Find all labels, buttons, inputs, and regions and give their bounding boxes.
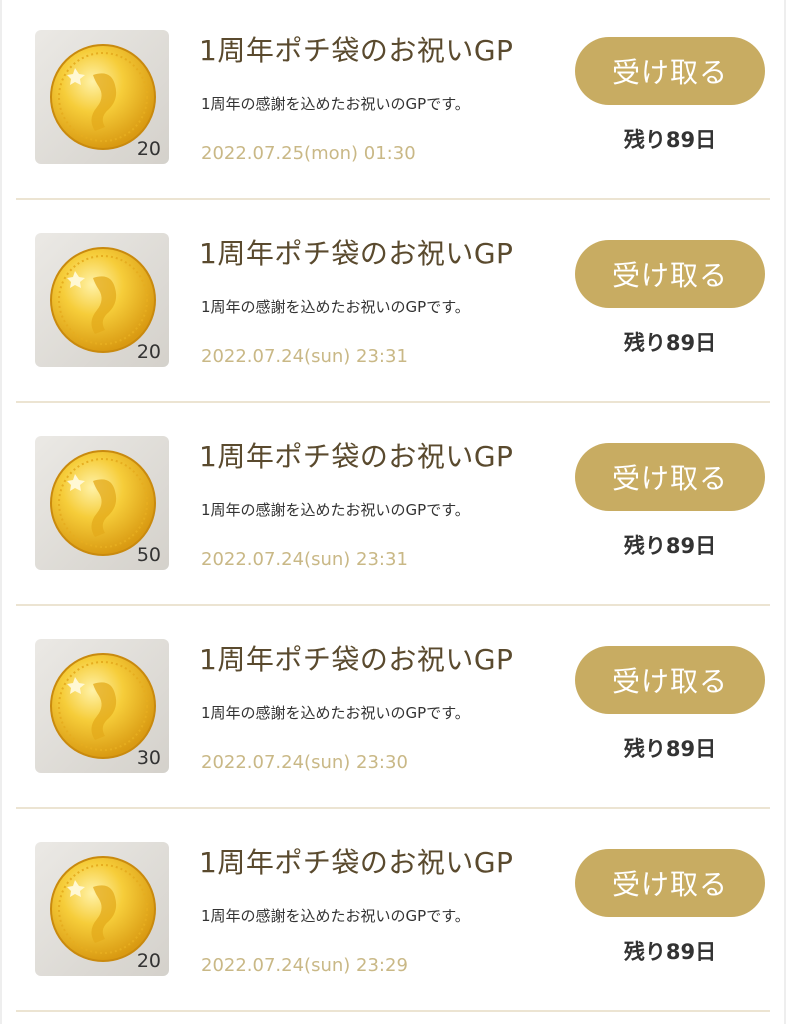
receive-button[interactable]: 受け取る <box>575 240 765 308</box>
remaining-days: 残り89日 <box>623 128 717 152</box>
gp-amount: 20 <box>136 950 161 972</box>
gift-date: 2022.07.24(sun) 23:30 <box>201 752 408 773</box>
divider <box>16 198 770 200</box>
gift-title: 1周年ポチ袋のお祝いGP <box>199 440 514 473</box>
gift-description: 1周年の感謝を込めたお祝いのGPです。 <box>201 298 470 316</box>
gift-list-screen: 20 1周年ポチ袋のお祝いGP 1周年の感謝を込めたお祝いのGPです。 2022… <box>0 0 786 1024</box>
gp-amount: 20 <box>136 138 161 160</box>
gp-amount: 20 <box>136 341 161 363</box>
gift-title: 1周年ポチ袋のお祝いGP <box>199 237 514 270</box>
gift-thumbnail: 50 <box>35 436 169 570</box>
receive-button[interactable]: 受け取る <box>575 443 765 511</box>
gift-description: 1周年の感謝を込めたお祝いのGPです。 <box>201 95 470 113</box>
divider <box>16 1010 770 1012</box>
gift-date: 2022.07.24(sun) 23:31 <box>201 346 408 367</box>
receive-button[interactable]: 受け取る <box>575 646 765 714</box>
gift-item: 20 1周年ポチ袋のお祝いGP 1周年の感謝を込めたお祝いのGPです。 2022… <box>0 812 786 1015</box>
gift-list[interactable]: 20 1周年ポチ袋のお祝いGP 1周年の感謝を込めたお祝いのGPです。 2022… <box>0 0 786 1015</box>
gift-thumbnail: 30 <box>35 639 169 773</box>
remaining-days: 残り89日 <box>623 940 717 964</box>
divider <box>16 401 770 403</box>
gift-thumbnail: 20 <box>35 233 169 367</box>
remaining-days: 残り89日 <box>623 331 717 355</box>
gp-amount: 50 <box>136 544 161 566</box>
gift-title: 1周年ポチ袋のお祝いGP <box>199 643 514 676</box>
gift-thumbnail: 20 <box>35 30 169 164</box>
gift-title: 1周年ポチ袋のお祝いGP <box>199 846 514 879</box>
remaining-days: 残り89日 <box>623 737 717 761</box>
receive-button[interactable]: 受け取る <box>575 849 765 917</box>
gp-amount: 30 <box>136 747 161 769</box>
gift-item: 20 1周年ポチ袋のお祝いGP 1周年の感謝を込めたお祝いのGPです。 2022… <box>0 0 786 203</box>
gift-title: 1周年ポチ袋のお祝いGP <box>199 34 514 67</box>
gift-description: 1周年の感謝を込めたお祝いのGPです。 <box>201 704 470 722</box>
gift-description: 1周年の感謝を込めたお祝いのGPです。 <box>201 907 470 925</box>
gift-date: 2022.07.25(mon) 01:30 <box>201 143 416 164</box>
gift-item: 50 1周年ポチ袋のお祝いGP 1周年の感謝を込めたお祝いのGPです。 2022… <box>0 406 786 609</box>
gift-item: 20 1周年ポチ袋のお祝いGP 1周年の感謝を込めたお祝いのGPです。 2022… <box>0 203 786 406</box>
gift-date: 2022.07.24(sun) 23:29 <box>201 955 408 976</box>
gift-date: 2022.07.24(sun) 23:31 <box>201 549 408 570</box>
divider <box>16 604 770 606</box>
divider <box>16 807 770 809</box>
remaining-days: 残り89日 <box>623 534 717 558</box>
gift-description: 1周年の感謝を込めたお祝いのGPです。 <box>201 501 470 519</box>
gift-thumbnail: 20 <box>35 842 169 976</box>
gift-item: 30 1周年ポチ袋のお祝いGP 1周年の感謝を込めたお祝いのGPです。 2022… <box>0 609 786 812</box>
receive-button[interactable]: 受け取る <box>575 37 765 105</box>
